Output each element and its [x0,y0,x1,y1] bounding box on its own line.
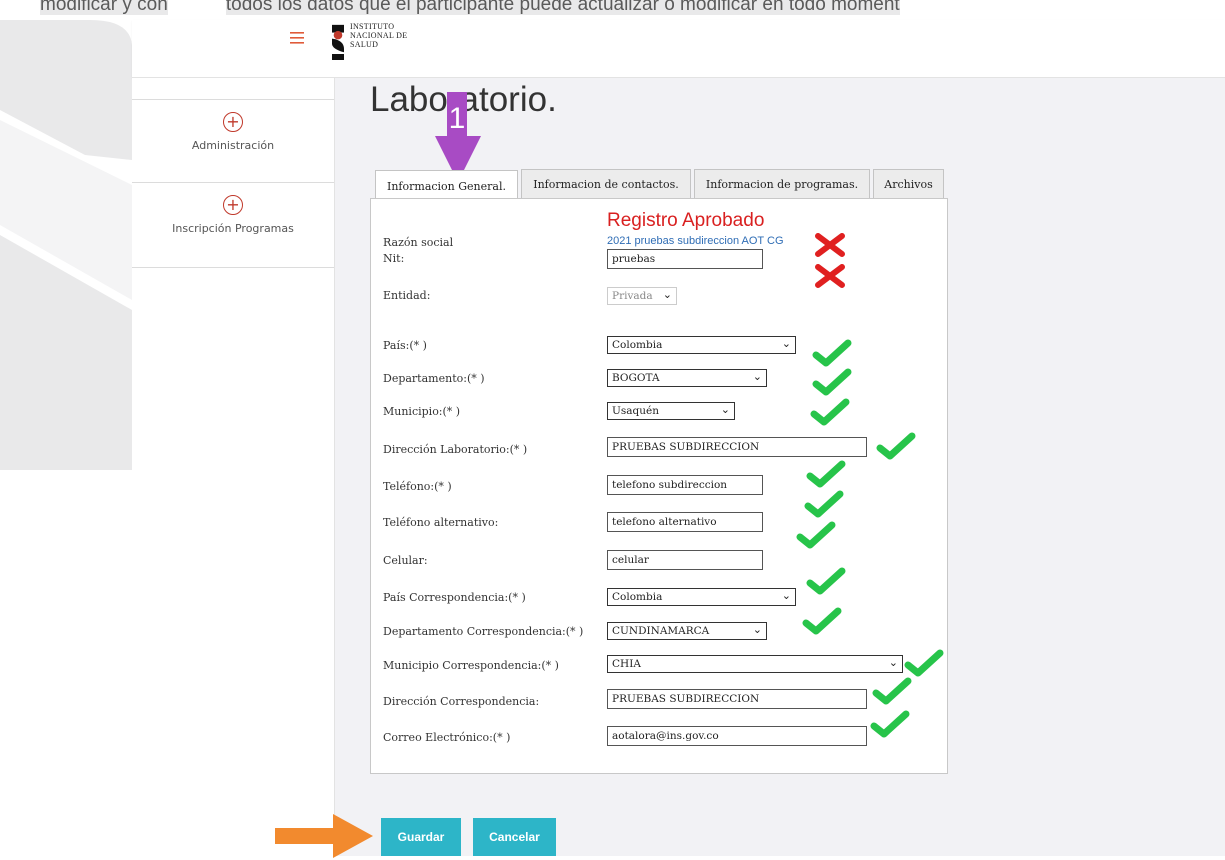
editable-check-icon [806,567,846,595]
logo-line-1: INSTITUTO [350,22,395,31]
editable-check-icon [802,607,842,635]
nit-label: Nit: [383,252,405,265]
locked-x-icon [815,264,845,288]
municipio-label: Municipio:(* ) [383,405,461,418]
direccion-correspondencia-field[interactable]: PRUEBAS SUBDIRECCION [607,689,867,709]
plus-circle-icon: + [223,112,243,132]
plus-circle-icon: + [223,195,243,215]
celular-field[interactable]: celular [607,550,763,570]
ins-logo-mark-icon [332,24,344,60]
razon-social-value: 2021 pruebas subdireccion AOT CG [607,235,784,247]
editable-check-icon [806,460,846,488]
nit-field[interactable]: pruebas [607,249,763,269]
editable-check-icon [876,432,916,460]
sidebar-item-label: Inscripción Programas [172,222,294,235]
pais-value: Colombia [612,339,663,351]
entidad-label: Entidad: [383,289,431,302]
tab-informacion-general[interactable]: Informacion General. [375,170,518,201]
celular-label: Celular: [383,554,428,567]
pais-correspondencia-value: Colombia [612,591,663,603]
logo-line-3: SALUD [350,40,379,49]
direccion-laboratorio-label: Dirección Laboratorio:(* ) [383,443,528,456]
tab-informacion-contactos[interactable]: Informacion de contactos. [521,169,691,198]
editable-check-icon [796,521,836,549]
ins-logo: INSTITUTO NACIONAL DE SALUD [332,22,407,62]
correo-label: Correo Electrónico:(* ) [383,731,511,744]
chevron-down-icon: ⌄ [781,589,791,602]
document-text-part2: todos los datos que el participante pued… [225,0,900,15]
municipio-correspondencia-label: Municipio Correspondencia:(* ) [383,659,559,672]
editable-check-icon [812,339,852,367]
annotation-step: 1 [449,102,466,135]
document-text: modificar y con todos los datos que el p… [40,0,1225,16]
editable-check-icon [804,490,844,518]
editable-check-icon [870,710,910,738]
departamento-value: BOGOTA [612,372,660,384]
editable-check-icon [872,677,912,705]
sidebar: + Administración + Inscripción Programas [132,78,335,856]
cancel-button[interactable]: Cancelar [473,818,556,856]
telefono-alternativo-field[interactable]: telefono alternativo [607,512,763,532]
save-button[interactable]: Guardar [381,818,461,856]
chevron-down-icon: ⌄ [781,337,791,350]
departamento-correspondencia-value: CUNDINAMARCA [612,625,710,637]
sidebar-item-inscripcion[interactable]: + Inscripción Programas [132,182,334,268]
sidebar-item-label: Administración [191,139,275,152]
razon-social-label: Razón social [383,236,454,249]
tab-informacion-programas[interactable]: Informacion de programas. [694,169,870,198]
municipio-select[interactable]: Usaquén ⌄ [607,402,735,420]
sidebar-item-administracion[interactable]: + Administración [132,99,334,182]
registration-status: Registro Aprobado [607,210,765,231]
editable-check-icon [904,649,944,677]
direccion-laboratorio-field[interactable]: PRUEBAS SUBDIRECCION [607,437,867,457]
chevron-down-icon: ⌄ [720,403,730,416]
annotation-orange-arrow-icon [275,814,373,858]
chevron-down-icon: ⌄ [662,288,672,301]
pais-correspondencia-select[interactable]: Colombia ⌄ [607,588,796,606]
pais-label: País:(* ) [383,339,427,352]
municipio-correspondencia-value: CHIA [612,658,641,670]
tab-archivos[interactable]: Archivos [873,169,944,198]
entidad-value: Privada [612,290,653,302]
departamento-correspondencia-select[interactable]: CUNDINAMARCA ⌄ [607,622,767,640]
correo-field[interactable]: aotalora@ins.gov.co [607,726,867,746]
chevron-down-icon: ⌄ [888,656,898,669]
pais-select[interactable]: Colombia ⌄ [607,336,796,354]
watermark-logo [0,20,132,470]
telefono-label: Teléfono:(* ) [383,480,452,493]
municipio-value: Usaquén [612,405,659,417]
pais-correspondencia-label: País Correspondencia:(* ) [383,591,526,604]
logo-line-2: NACIONAL DE [350,31,408,40]
chevron-down-icon: ⌄ [752,370,762,383]
telefono-alternativo-label: Teléfono alternativo: [383,516,499,529]
hamburger-icon[interactable] [290,28,304,49]
editable-check-icon [812,368,852,396]
municipio-correspondencia-select[interactable]: CHIA ⌄ [607,655,903,673]
departamento-label: Departamento:(* ) [383,372,485,385]
departamento-select[interactable]: BOGOTA ⌄ [607,369,767,387]
ins-logo-text: INSTITUTO NACIONAL DE SALUD [350,22,407,49]
editable-check-icon [810,398,850,426]
telefono-field[interactable]: telefono subdireccion [607,475,763,495]
locked-x-icon [815,233,845,257]
departamento-correspondencia-label: Departamento Correspondencia:(* ) [383,625,584,638]
entidad-select[interactable]: Privada ⌄ [607,287,677,305]
chevron-down-icon: ⌄ [752,623,762,636]
direccion-correspondencia-label: Dirección Correspondencia: [383,695,540,708]
